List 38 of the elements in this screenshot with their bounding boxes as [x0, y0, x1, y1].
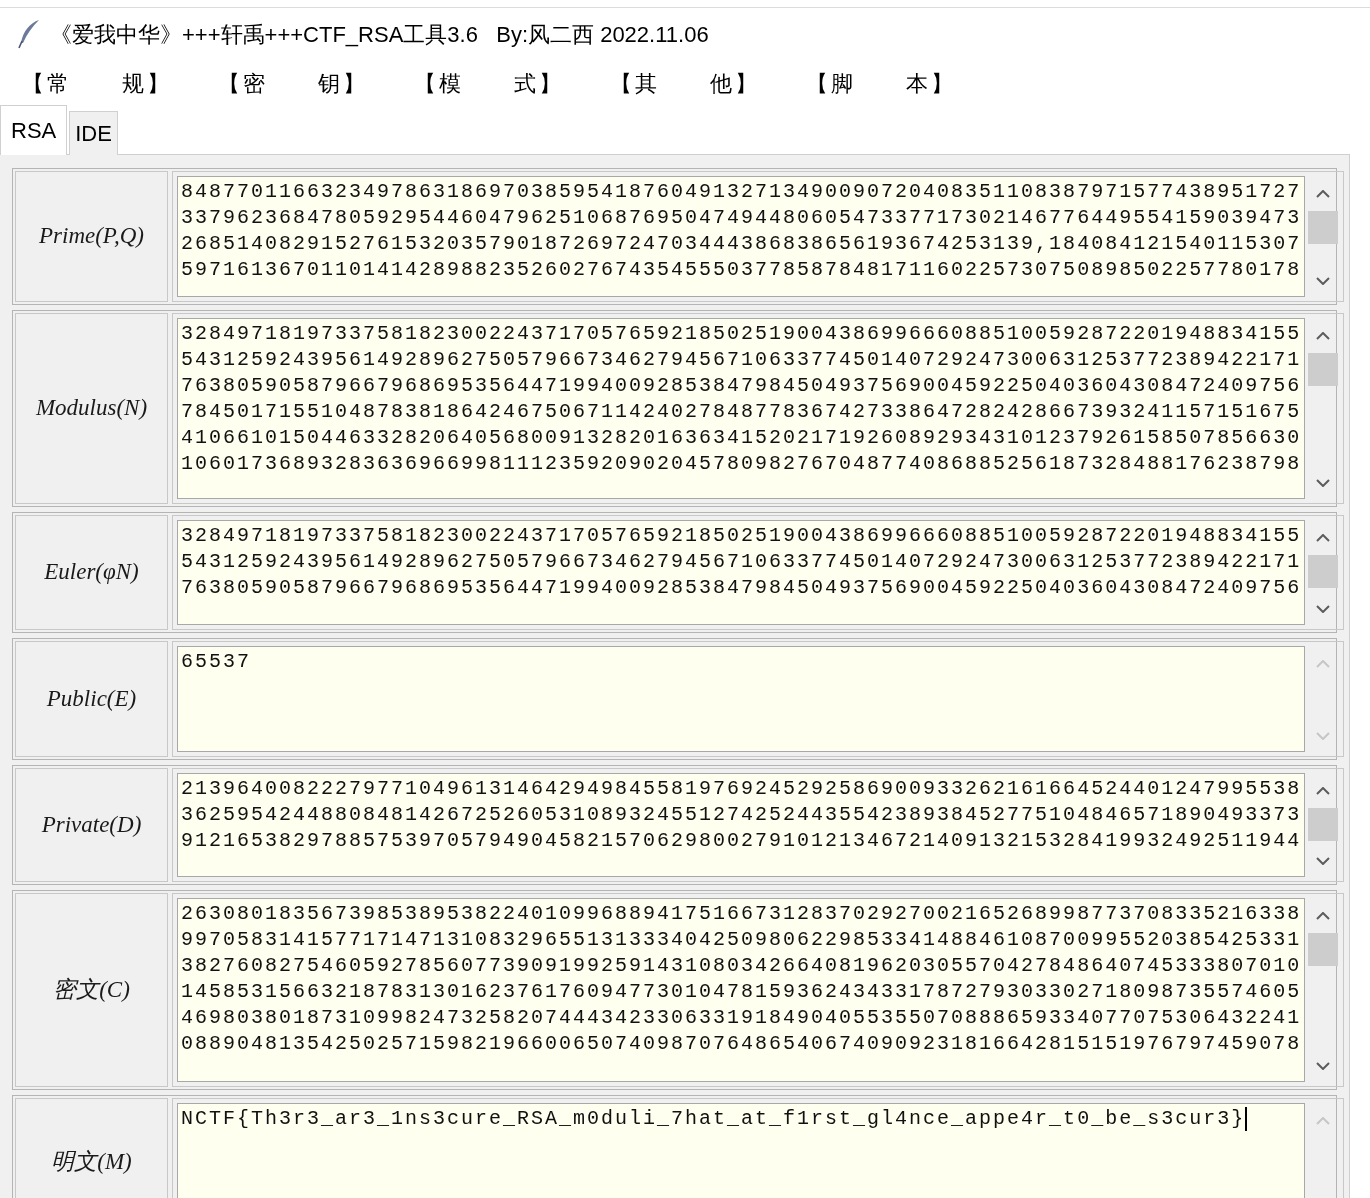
text-area[interactable]: 84877011663234978631869703859541876049132713490090720408351108387971577438951727337962368478059295446047962510687695047494480605473377173021467764495541590394732685140829152761532035790187269724703444386838656193674253139,18408412154011530759716136701101414289882352602767435455503778587848171160225730750898502257780178	[177, 176, 1305, 297]
caret-down-icon[interactable]	[1316, 479, 1330, 487]
menu-item[interactable]: 【模 式】	[414, 66, 564, 100]
text-area[interactable]: 328497181973375818230022437170576592185025190043869966608851005928722019488341555431259243956149289627505796673462794567106337745014072924730063125377238942217176380590587966796869535644719940092853847984504937569004592250403604308472409756784501715510487838186424675067114240278487783674273386472824286673932411571516754106610150446332820640568009132820163634152021719260892934310123792615850785663010601736893283636966998111235920902045780982767048774086885256187328488176238798	[177, 318, 1305, 499]
field-label: Prime(P,Q)	[15, 171, 168, 302]
scrollbar-thumb[interactable]	[1308, 211, 1338, 244]
window-title: 《爱我中华》+++轩禹+++CTF_RSA工具3.6 By:风二西 2022.11.06	[50, 20, 709, 49]
menu-item[interactable]: 【常 规】	[22, 66, 172, 100]
field-label: 密文(C)	[15, 893, 168, 1087]
caret-up-icon[interactable]	[1316, 332, 1330, 340]
menu-item[interactable]: 【脚 本】	[806, 66, 956, 100]
menu-item[interactable]: 【其 他】	[610, 66, 760, 100]
scrollbar-thumb[interactable]	[1308, 353, 1338, 386]
caret-up-icon[interactable]	[1316, 190, 1330, 198]
tab[interactable]: RSA	[0, 105, 68, 155]
text-area[interactable]: 213964008222797710496131464294984558197692452925869009332621616645244012479955383625954244880848142672526053108932455127425244355423893845277510484657189049337391216538297885753970579490458215706298002791012134672140913215328419932492511944	[177, 773, 1305, 877]
caret-up-icon[interactable]	[1316, 912, 1330, 920]
menu-item[interactable]: 【密 钥】	[218, 66, 368, 100]
text-area[interactable]: 263080183567398538953822401099688941751667312837029270021652689987737083352163389970583141577171471310832965513133340425098062298533414884610870099552038542533138276082754605927856077390919925914310803426640819620305570427848640745333807010145853156632187831301623761760947730104781593624343317872793033027180987355746054698038018731099824732582074443423306331918490405535507088865933407707530643224108890481354250257159821966006507409870764865406740909231816642815151976797459078	[177, 898, 1305, 1082]
tab[interactable]: IDE	[69, 111, 118, 155]
scrollbar-thumb[interactable]	[1308, 808, 1338, 841]
field-label: Public(E)	[15, 641, 168, 757]
text-area[interactable]: 65537	[177, 646, 1305, 752]
text-area[interactable]: 328497181973375818230022437170576592185025190043869966608851005928722019488341555431259243956149289627505796673462794567106337745014072924730063125377238942217176380590587966796869535644719940092853847984504937569004592250403604308472409756	[177, 520, 1305, 625]
field-label: Private(D)	[15, 768, 168, 882]
field-label: Euler(φN)	[15, 515, 168, 630]
field-label: 明文(M)	[15, 1098, 168, 1198]
caret-down-icon[interactable]	[1316, 605, 1330, 613]
caret-down-icon[interactable]	[1316, 277, 1330, 285]
caret-down-icon[interactable]	[1316, 1062, 1330, 1070]
field-label: Modulus(N)	[15, 313, 168, 504]
scrollbar-thumb[interactable]	[1308, 555, 1338, 588]
caret-up-icon[interactable]	[1316, 534, 1330, 542]
caret-down-icon[interactable]	[1316, 857, 1330, 865]
scrollbar-thumb[interactable]	[1308, 933, 1338, 966]
feather-icon	[18, 19, 40, 49]
caret-up-icon[interactable]	[1316, 787, 1330, 795]
text-area[interactable]: NCTF{Th3r3_ar3_1ns3cure_RSA_m0duli_7hat_at_f1rst_gl4nce_appe4r_t0_be_s3cur3}	[177, 1103, 1305, 1198]
